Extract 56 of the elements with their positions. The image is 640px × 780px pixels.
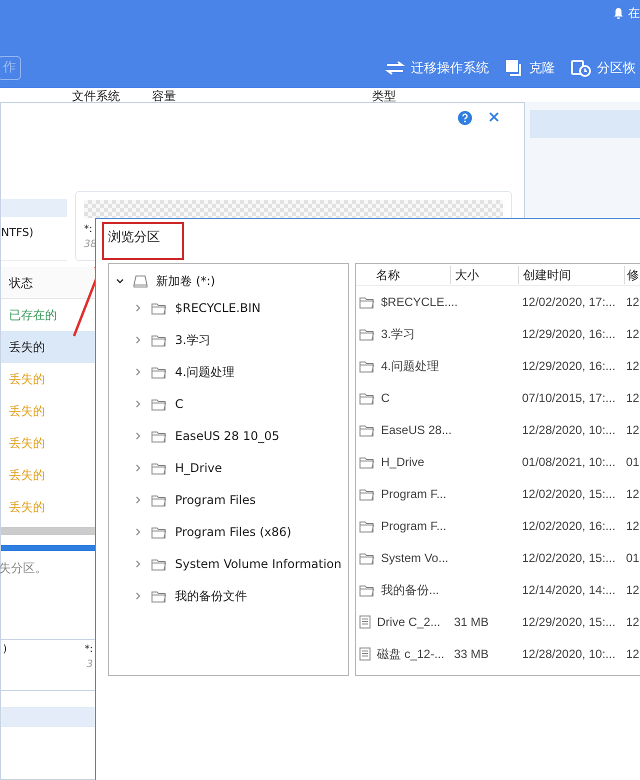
modified-time: 12 — [625, 422, 640, 439]
created-time: 12/02/2020, 17:... — [521, 294, 616, 311]
status-text: 丢失的 — [9, 467, 45, 484]
status-text: 丢失的 — [9, 499, 45, 516]
created-time: 12/28/2020, 10:... — [521, 422, 616, 439]
file-size: 33 MB — [454, 647, 489, 661]
modified-time: 12 — [625, 326, 640, 343]
created-time: 12/29/2020, 15:... — [521, 614, 616, 631]
column-header: 文件系统 — [72, 88, 121, 102]
created-time: 12/02/2020, 15:... — [521, 550, 616, 567]
file-name: Drive C_2... — [377, 614, 440, 631]
modified-time: 12 — [625, 486, 640, 503]
drive-letter: *: — [84, 643, 93, 657]
file-name: 3.学习 — [381, 326, 416, 343]
status-text: 已存在的 — [9, 307, 57, 324]
file-name: EaseUS 28... — [381, 422, 452, 439]
created-time: 12/14/2020, 14:... — [521, 582, 616, 599]
file-name: 磁盘 c_12-... — [377, 646, 444, 663]
file-name: Program F... — [381, 486, 446, 503]
modified-time: 12 — [625, 646, 640, 663]
created-time: 12/29/2020, 16:... — [521, 358, 616, 375]
column-header: 状态 — [9, 274, 33, 292]
drive-letter: *: — [84, 223, 92, 237]
column-header: 类型 — [371, 88, 396, 102]
file-size: 31 MB — [454, 615, 489, 629]
file-name: $RECYCLE.... — [381, 294, 458, 311]
file-name: System Vo... — [381, 550, 448, 567]
status-text: 丢失的 — [9, 403, 45, 420]
column-header: 容量 — [151, 88, 177, 102]
modified-time: 12 — [625, 582, 640, 599]
status-text: 丢失的 — [9, 435, 45, 452]
modified-time: 01 — [625, 454, 640, 471]
modified-time: 12 — [625, 518, 640, 535]
dialog-title: 浏览分区 — [102, 222, 184, 260]
online-status: 在 — [628, 5, 640, 22]
modified-time: 12 — [625, 294, 640, 311]
file-name: Program F... — [381, 518, 446, 535]
created-time: 01/08/2021, 10:... — [521, 454, 616, 471]
modified-time: 12 — [625, 614, 640, 631]
file-name: H_Drive — [381, 454, 424, 471]
partition-label: ) — [3, 643, 7, 657]
created-time: 12/28/2020, 10:... — [521, 646, 616, 663]
file-name: C — [381, 390, 390, 407]
modified-time: 01 — [625, 550, 640, 567]
created-time: 12/29/2020, 16:... — [521, 326, 616, 343]
modified-time: 12 — [625, 358, 640, 375]
modified-time: 12 — [625, 390, 640, 407]
status-text: 丢失的 — [9, 371, 45, 388]
created-time: 07/10/2015, 17:... — [521, 390, 616, 407]
created-time: 12/02/2020, 15:... — [521, 486, 616, 503]
partition-label: NTFS) — [1, 225, 34, 241]
created-time: 12/02/2020, 16:... — [521, 518, 616, 535]
status-text: 丢失的 — [9, 339, 45, 356]
file-name: 4.问题处理 — [381, 358, 440, 375]
partition-size: 3 — [86, 658, 93, 672]
file-name: 我的备份... — [381, 582, 440, 599]
